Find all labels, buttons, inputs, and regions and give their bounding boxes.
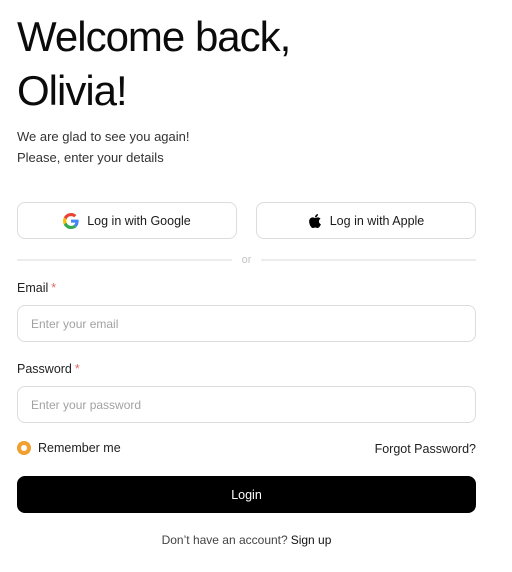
- login-page: Welcome back, Olivia! We are glad to see…: [0, 0, 512, 572]
- or-divider: or: [17, 252, 476, 268]
- divider-line-right: [261, 259, 476, 261]
- forgot-password-link[interactable]: Forgot Password?: [375, 442, 476, 456]
- title-line-greeting: Welcome back,: [17, 13, 291, 60]
- google-login-button[interactable]: Log in with Google: [17, 202, 237, 239]
- email-label-text: Email: [17, 281, 49, 295]
- password-label-text: Password: [17, 362, 72, 376]
- password-required-mark: *: [74, 362, 80, 376]
- password-field[interactable]: [17, 386, 476, 423]
- login-button[interactable]: Login: [17, 476, 476, 513]
- remember-me-label: Remember me: [38, 441, 121, 455]
- apple-login-label: Log in with Apple: [329, 213, 425, 228]
- title-line-name: Olivia!: [17, 67, 128, 114]
- subtitle-line-2: Please, enter your details: [17, 150, 164, 165]
- google-icon: [63, 212, 79, 229]
- radio-dot-icon: [21, 445, 27, 451]
- remember-me-radio[interactable]: [17, 441, 31, 455]
- password-label: Password *: [17, 362, 80, 376]
- apple-login-button[interactable]: Log in with Apple: [256, 202, 476, 239]
- email-required-mark: *: [51, 281, 57, 295]
- page-title: Welcome back, Olivia!: [17, 10, 291, 118]
- signup-prompt: Don’t have an account? Sign up: [17, 533, 476, 547]
- remember-me-toggle[interactable]: Remember me: [17, 441, 121, 455]
- signup-prompt-text: Don’t have an account?: [161, 533, 288, 547]
- sign-up-link[interactable]: Sign up: [291, 533, 332, 547]
- apple-icon: [308, 213, 322, 229]
- divider-line-left: [17, 259, 232, 261]
- subtitle-line-1: We are glad to see you again!: [17, 129, 190, 144]
- page-subtitle: We are glad to see you again! Please, en…: [17, 126, 190, 168]
- email-label: Email *: [17, 281, 56, 295]
- divider-label: or: [241, 254, 252, 266]
- google-login-label: Log in with Google: [87, 213, 191, 228]
- email-field[interactable]: [17, 305, 476, 342]
